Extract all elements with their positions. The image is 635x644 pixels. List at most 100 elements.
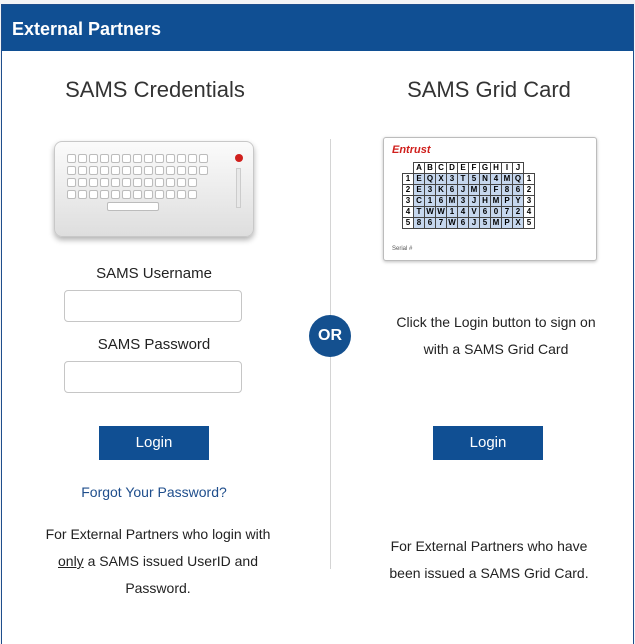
grid-card-row-end: 2 <box>523 184 535 196</box>
keyboard-key <box>155 154 164 163</box>
grid-card-col-header: C <box>435 162 447 174</box>
grid-card-row-label: 5 <box>402 217 414 229</box>
grid-card-corner <box>403 163 414 174</box>
keyboard-key <box>67 178 76 187</box>
grid-card-serial: Serial # <box>392 246 413 252</box>
keyboard-key <box>133 178 142 187</box>
grid-card-col-header: E <box>457 162 469 174</box>
keyboard-key <box>100 190 109 199</box>
keyboard-key <box>122 166 131 175</box>
keyboard-key <box>155 190 164 199</box>
keyboard-key <box>177 178 186 187</box>
keyboard-key <box>144 190 153 199</box>
grid-card-cell: M <box>490 195 502 207</box>
grid-card-cell: J <box>457 184 469 196</box>
keyboard-key <box>144 154 153 163</box>
grid-card-row-label: 1 <box>402 173 414 185</box>
external-partners-panel: External Partners SAMS Credentials SAMS … <box>1 4 634 644</box>
sams-credentials-title: SAMS Credentials <box>65 77 245 102</box>
grid-card-cell: 7 <box>501 206 513 218</box>
keyboard-key <box>78 154 87 163</box>
keyboard-key <box>188 166 197 175</box>
grid-card-table: ABCDEFGHIJ1EQX3T5N4MQ12E3K6JM9F8623C16M3… <box>402 162 535 229</box>
grid-card-cell: C <box>413 195 425 207</box>
grid-card-cell: H <box>479 195 491 207</box>
or-badge: OR <box>309 315 351 357</box>
grid-card-col-header: A <box>413 162 425 174</box>
keyboard-key <box>133 154 142 163</box>
keyboard-power-light <box>235 154 243 162</box>
grid-card-description: For External Partners who have been issu… <box>389 538 589 581</box>
grid-card-cell: 4 <box>457 206 469 218</box>
keyboard-key <box>78 166 87 175</box>
keyboard-key <box>100 178 109 187</box>
grid-card-cell: E <box>413 184 425 196</box>
grid-card-col-header: F <box>468 162 480 174</box>
grid-card-cell: 6 <box>479 206 491 218</box>
credentials-description: For External Partners who login with onl… <box>38 521 278 602</box>
keyboard-key <box>100 154 109 163</box>
keyboard-row <box>67 178 208 187</box>
grid-card-instruction: Click the Login button to sign on with a… <box>396 314 596 357</box>
grid-card-row-label: 2 <box>402 184 414 196</box>
keyboard-row <box>67 190 208 199</box>
grid-card-row-end: 1 <box>523 173 535 185</box>
username-label: SAMS Username <box>96 265 212 282</box>
grid-card-cell: 0 <box>490 206 502 218</box>
grid-card-cell: X <box>512 217 524 229</box>
grid-card-cell: 2 <box>512 206 524 218</box>
forgot-password-link[interactable]: Forgot Your Password? <box>24 484 284 500</box>
username-input[interactable] <box>64 290 242 322</box>
grid-card-cell: M <box>490 217 502 229</box>
credentials-description-part1: For External Partners who login with <box>45 526 271 542</box>
grid-card-cell: W <box>446 217 458 229</box>
grid-card-col-header: B <box>424 162 436 174</box>
grid-card-cell: 3 <box>457 195 469 207</box>
grid-card-cell: 5 <box>468 173 480 185</box>
keyboard-key <box>78 178 87 187</box>
keyboard-key <box>89 154 98 163</box>
keyboard-key <box>111 178 120 187</box>
grid-card-cell: W <box>435 206 447 218</box>
grid-card-cell: 4 <box>490 173 502 185</box>
keyboard-spacebar <box>107 202 159 211</box>
keyboard-key <box>67 190 76 199</box>
keyboard-image <box>54 141 254 237</box>
grid-card-login-button[interactable]: Login <box>433 426 543 460</box>
credentials-login-button[interactable]: Login <box>99 426 209 460</box>
grid-card-col-header: I <box>501 162 513 174</box>
grid-card-row-end: 3 <box>523 195 535 207</box>
grid-card-image: Entrust ABCDEFGHIJ1EQX3T5N4MQ12E3K6JM9F8… <box>383 137 597 261</box>
grid-card-cell: V <box>468 206 480 218</box>
panel-header: External Partners <box>2 5 633 51</box>
keyboard-key <box>144 166 153 175</box>
grid-card-cell: 6 <box>457 217 469 229</box>
grid-card-row-label: 4 <box>402 206 414 218</box>
grid-card-cell: 1 <box>446 206 458 218</box>
grid-card-col-header: D <box>446 162 458 174</box>
password-label: SAMS Password <box>97 336 211 353</box>
grid-card-row-end: 5 <box>523 217 535 229</box>
grid-card-cell: 3 <box>446 173 458 185</box>
grid-card-cell: Q <box>424 173 436 185</box>
keyboard-key <box>67 154 76 163</box>
grid-card-row-end: 4 <box>523 206 535 218</box>
grid-card-cell: 6 <box>424 217 436 229</box>
keyboard-key <box>89 178 98 187</box>
grid-card-cell: 6 <box>446 184 458 196</box>
grid-card-cell: 8 <box>413 217 425 229</box>
grid-card-brand: Entrust <box>392 144 431 156</box>
grid-card-cell: Q <box>512 173 524 185</box>
grid-card-cell: Y <box>512 195 524 207</box>
grid-card-cell: T <box>413 206 425 218</box>
grid-card-cell: 6 <box>512 184 524 196</box>
keyboard-key <box>122 190 131 199</box>
grid-card-cell: E <box>413 173 425 185</box>
password-input[interactable] <box>64 361 242 393</box>
keyboard-key <box>166 190 175 199</box>
grid-card-row-label: 3 <box>402 195 414 207</box>
grid-card-cell: 7 <box>435 217 447 229</box>
grid-card-col-header: H <box>490 162 502 174</box>
keyboard-side-bar <box>236 168 241 208</box>
keyboard-key <box>166 166 175 175</box>
